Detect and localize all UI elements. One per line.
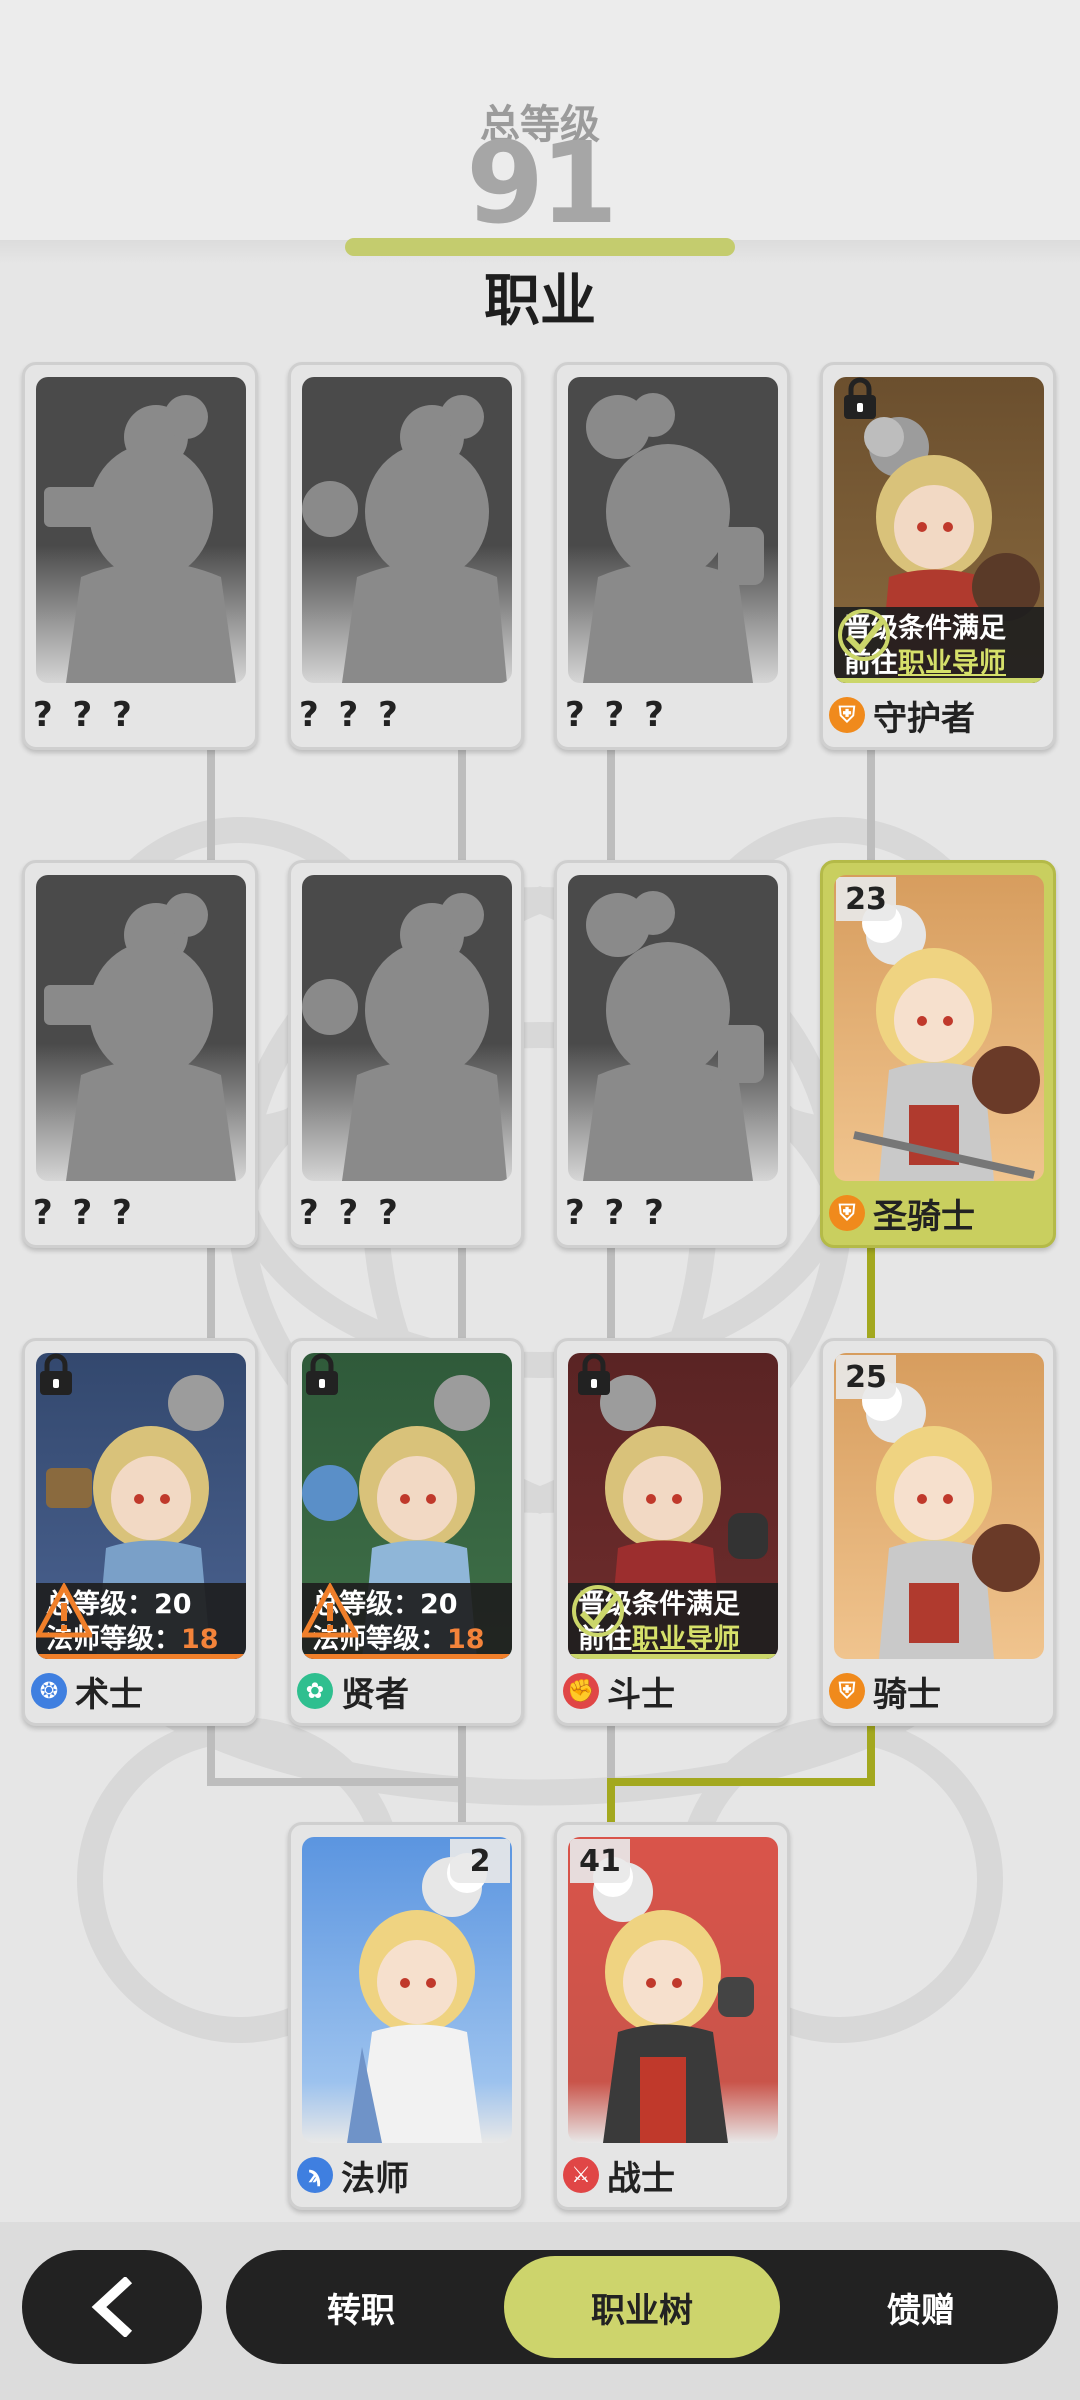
character-portrait: 晋级条件满足 前往职业导师 <box>568 1353 778 1659</box>
locked-silhouette <box>302 377 512 683</box>
locked-silhouette <box>568 377 778 683</box>
advancement-condition[interactable]: 晋级条件满足 前往职业导师 <box>834 607 1044 683</box>
knight-icon: ⛨ <box>829 1673 865 1709</box>
advancement-requirement: 总等级：20 法师等级：18 <box>36 1583 246 1659</box>
job-card-unknown[interactable]: ? ? ? <box>554 362 790 750</box>
job-card-warrior[interactable]: 41 ⚔ 战士 <box>554 1822 790 2210</box>
job-name: ? ? ? <box>33 1193 136 1233</box>
requirement-current-value: 18 <box>447 1624 485 1655</box>
back-button[interactable] <box>22 2250 202 2364</box>
job-name: ? ? ? <box>299 695 402 735</box>
job-level-badge: 25 <box>836 1355 896 1399</box>
job-name: 圣骑士 <box>873 1196 975 1237</box>
character-portrait: 总等级：20 法师等级：18 <box>36 1353 246 1659</box>
lock-icon <box>40 1353 72 1395</box>
job-mentor-link[interactable]: 职业导师 <box>898 648 1006 679</box>
job-name: 战士 <box>607 2158 675 2199</box>
character-portrait: 41 <box>568 1837 778 2143</box>
job-card-unknown[interactable]: ? ? ? <box>288 860 524 1248</box>
job-level-badge: 2 <box>450 1839 510 1883</box>
locked-silhouette <box>302 875 512 1181</box>
job-card-unknown[interactable]: ? ? ? <box>22 362 258 750</box>
job-name: 法师 <box>341 2158 409 2199</box>
tab-job-tree[interactable]: 职业树 <box>504 2256 780 2358</box>
job-name: ? ? ? <box>565 1193 668 1233</box>
character-portrait: 25 <box>834 1353 1044 1659</box>
job-name: 骑士 <box>873 1674 941 1715</box>
job-card-mage[interactable]: 2 ϡ 法师 <box>288 1822 524 2210</box>
warning-icon <box>36 1583 92 1638</box>
job-mentor-link[interactable]: 职业导师 <box>632 1624 740 1655</box>
fighter-icon: ✊ <box>563 1673 599 1709</box>
lock-icon <box>844 377 876 419</box>
job-name: ? ? ? <box>33 695 136 735</box>
job-card-unknown[interactable]: ? ? ? <box>288 362 524 750</box>
job-card-fighter[interactable]: 晋级条件满足 前往职业导师 ✊ 斗士 <box>554 1338 790 1726</box>
sage-icon: ✿ <box>297 1673 333 1709</box>
job-name: ? ? ? <box>565 695 668 735</box>
tab-job-change[interactable]: 转职 <box>246 2250 476 2364</box>
character-portrait: 2 <box>302 1837 512 2143</box>
job-name: 术士 <box>75 1674 143 1715</box>
character-portrait: 晋级条件满足 前往职业导师 <box>834 377 1044 683</box>
job-card-guardian[interactable]: 晋级条件满足 前往职业导师 ⛨ 守护者 <box>820 362 1056 750</box>
character-portrait: 总等级：20 法师等级：18 <box>302 1353 512 1659</box>
warning-icon <box>302 1583 358 1638</box>
job-name: 斗士 <box>607 1674 675 1715</box>
job-level-badge: 41 <box>570 1839 630 1883</box>
tab-bar: 转职 职业树 馈赠 <box>226 2250 1058 2364</box>
job-card-sage[interactable]: 总等级：20 法师等级：18 ✿ 贤者 <box>288 1338 524 1726</box>
advancement-condition[interactable]: 晋级条件满足 前往职业导师 <box>568 1583 778 1659</box>
job-card-unknown[interactable]: ? ? ? <box>22 860 258 1248</box>
advancement-requirement: 总等级：20 法师等级：18 <box>302 1583 512 1659</box>
job-name: 守护者 <box>873 698 975 739</box>
locked-silhouette <box>36 875 246 1181</box>
warrior-sword-icon: ⚔ <box>563 2157 599 2193</box>
requirement-current-value: 18 <box>181 1624 219 1655</box>
mage-staff-icon: ϡ <box>297 2157 333 2193</box>
job-level-badge: 23 <box>836 877 896 921</box>
holy-shield-icon: ⛨ <box>829 1195 865 1231</box>
warlock-icon: ❂ <box>31 1673 67 1709</box>
job-name: ? ? ? <box>299 1193 402 1233</box>
shield-guard-icon: ⛨ <box>829 697 865 733</box>
lock-icon <box>306 1353 338 1395</box>
job-card-unknown[interactable]: ? ? ? <box>554 860 790 1248</box>
check-arrow-icon <box>572 1585 624 1637</box>
job-card-paladin[interactable]: 23 ⛨ 圣骑士 <box>820 860 1056 1248</box>
lock-icon <box>578 1353 610 1395</box>
character-portrait: 23 <box>834 875 1044 1181</box>
chevron-left-icon <box>91 2277 133 2337</box>
tab-gifts[interactable]: 馈赠 <box>806 2250 1036 2364</box>
job-name: 贤者 <box>341 1674 409 1715</box>
locked-silhouette <box>36 377 246 683</box>
check-arrow-icon <box>838 609 890 661</box>
locked-silhouette <box>568 875 778 1181</box>
job-card-knight[interactable]: 25 ⛨ 骑士 <box>820 1338 1056 1726</box>
job-card-warlock[interactable]: 总等级：20 法师等级：18 ❂ 术士 <box>22 1338 258 1726</box>
